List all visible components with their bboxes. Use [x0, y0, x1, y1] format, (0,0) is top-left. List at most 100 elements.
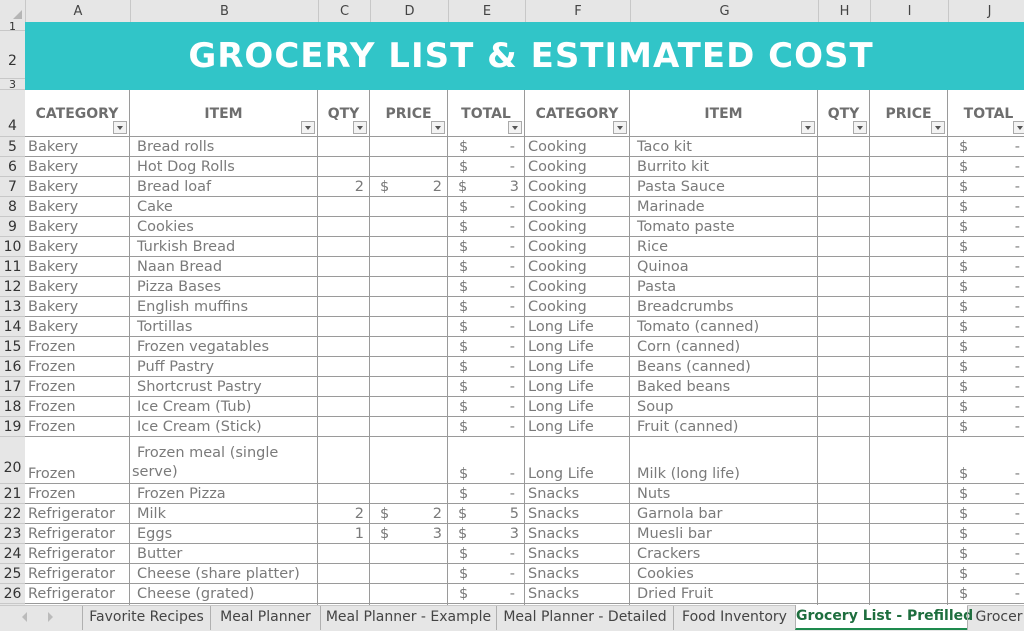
cell-category[interactable]: Refrigerator	[25, 564, 130, 584]
cell-qty[interactable]	[818, 544, 870, 564]
cell-category[interactable]: Snacks	[525, 584, 630, 604]
cell-total[interactable]: $-	[948, 297, 1024, 317]
cell-qty[interactable]	[318, 217, 370, 237]
cell-qty[interactable]	[318, 437, 370, 484]
cell-item[interactable]: Fruit (canned)	[630, 417, 818, 437]
cell-price[interactable]	[370, 217, 448, 237]
cell-total[interactable]: $-	[448, 257, 525, 277]
cell-item[interactable]: Cookies	[630, 564, 818, 584]
cell-qty[interactable]	[318, 484, 370, 504]
cell-category[interactable]: Bakery	[25, 177, 130, 197]
cell-total[interactable]: $-	[948, 504, 1024, 524]
row-header[interactable]: 23	[0, 524, 25, 544]
cell-category[interactable]: Bakery	[25, 317, 130, 337]
cell-category[interactable]: Long Life	[525, 337, 630, 357]
sheet-tab-food-inventory[interactable]: Food Inventory	[673, 606, 795, 630]
cell-item[interactable]: Bread rolls	[130, 137, 318, 157]
row-header[interactable]: 2	[0, 31, 25, 79]
row-header[interactable]: 7	[0, 177, 25, 197]
cell-qty[interactable]	[318, 397, 370, 417]
cell-total[interactable]: $-	[448, 377, 525, 397]
sheet-tab-meal-planner[interactable]: Meal Planner	[210, 606, 320, 630]
cell-price[interactable]	[370, 297, 448, 317]
cell-item[interactable]: Pizza Bases	[130, 277, 318, 297]
cell-price[interactable]	[870, 357, 948, 377]
cell-qty[interactable]	[318, 357, 370, 377]
cell-qty[interactable]	[318, 317, 370, 337]
column-header-d[interactable]: D	[370, 0, 448, 22]
cell-qty[interactable]	[318, 277, 370, 297]
cell-total[interactable]: $-	[448, 137, 525, 157]
cell-item[interactable]: Garnola bar	[630, 504, 818, 524]
cell-total[interactable]: $-	[448, 237, 525, 257]
cell-item[interactable]: Beans (canned)	[630, 357, 818, 377]
cell-category[interactable]: Long Life	[525, 437, 630, 484]
cell-category[interactable]: Long Life	[525, 417, 630, 437]
cell-item[interactable]: Soup	[630, 397, 818, 417]
cell-category[interactable]: Frozen	[25, 357, 130, 377]
cell-category[interactable]: Frozen	[25, 437, 130, 484]
cell-category[interactable]: Frozen	[25, 484, 130, 504]
cell-total[interactable]: $3	[448, 524, 525, 544]
sheet-tab-grocer[interactable]: Grocer	[967, 606, 1024, 630]
row-header[interactable]: 8	[0, 197, 25, 217]
cell-total[interactable]: $-	[448, 564, 525, 584]
select-all-corner[interactable]	[0, 0, 25, 22]
sheet-tab-meal-planner-detailed[interactable]: Meal Planner - Detailed	[496, 606, 673, 630]
cell-item[interactable]: Quinoa	[630, 257, 818, 277]
filter-dropdown-icon[interactable]	[853, 121, 867, 134]
column-header-h[interactable]: H	[818, 0, 870, 22]
cell-price[interactable]: $2	[370, 504, 448, 524]
cell-total[interactable]: $-	[948, 177, 1024, 197]
cell-price[interactable]	[870, 504, 948, 524]
cell-qty[interactable]	[318, 237, 370, 257]
cell-price[interactable]	[870, 137, 948, 157]
cell-category[interactable]: Long Life	[525, 317, 630, 337]
cell-total[interactable]: $-	[948, 564, 1024, 584]
filter-dropdown-icon[interactable]	[113, 121, 127, 134]
cell-item[interactable]: Frozen vegatables	[130, 337, 318, 357]
column-header-e[interactable]: E	[448, 0, 525, 22]
cell-price[interactable]: $3	[370, 524, 448, 544]
sheet-tab-grocery-list-prefilled[interactable]: Grocery List - Prefilled	[795, 605, 973, 630]
cell-item[interactable]: Rice	[630, 237, 818, 257]
cell-item[interactable]: Cookies	[130, 217, 318, 237]
cell-item[interactable]: Pasta	[630, 277, 818, 297]
cell-category[interactable]: Bakery	[25, 217, 130, 237]
cell-category[interactable]: Frozen	[25, 397, 130, 417]
row-header[interactable]: 11	[0, 257, 25, 277]
filter-dropdown-icon[interactable]	[301, 121, 315, 134]
cell-price[interactable]	[370, 437, 448, 484]
cell-qty[interactable]	[318, 417, 370, 437]
column-header-b[interactable]: B	[130, 0, 318, 22]
cell-qty[interactable]	[818, 377, 870, 397]
column-header-i[interactable]: I	[870, 0, 948, 22]
cell-item[interactable]: Cake	[130, 197, 318, 217]
cell-qty[interactable]	[318, 257, 370, 277]
cell-qty[interactable]: 1	[318, 524, 370, 544]
cell-total[interactable]: $-	[448, 297, 525, 317]
cell-price[interactable]	[870, 397, 948, 417]
column-header-g[interactable]: G	[630, 0, 818, 22]
scroll-tabs-left-icon[interactable]	[22, 612, 27, 622]
cell-price[interactable]	[370, 484, 448, 504]
cell-category[interactable]: Snacks	[525, 504, 630, 524]
cell-category[interactable]: Frozen	[25, 417, 130, 437]
cell-category[interactable]: Snacks	[525, 524, 630, 544]
row-header[interactable]: 3	[0, 79, 25, 90]
cell-category[interactable]: Cooking	[525, 297, 630, 317]
cell-price[interactable]	[870, 484, 948, 504]
cell-total[interactable]: $-	[948, 437, 1024, 484]
filter-dropdown-icon[interactable]	[613, 121, 627, 134]
cell-item[interactable]: Hot Dog Rolls	[130, 157, 318, 177]
cell-total[interactable]: $-	[448, 197, 525, 217]
cell-total[interactable]: $-	[448, 357, 525, 377]
cell-item[interactable]: Nuts	[630, 484, 818, 504]
row-header[interactable]: 1	[0, 21, 25, 32]
cell-qty[interactable]	[318, 337, 370, 357]
cell-category[interactable]: Frozen	[25, 337, 130, 357]
cell-total[interactable]: $-	[448, 217, 525, 237]
cell-category[interactable]: Bakery	[25, 237, 130, 257]
cell-category[interactable]: Cooking	[525, 157, 630, 177]
cell-category[interactable]: Cooking	[525, 177, 630, 197]
